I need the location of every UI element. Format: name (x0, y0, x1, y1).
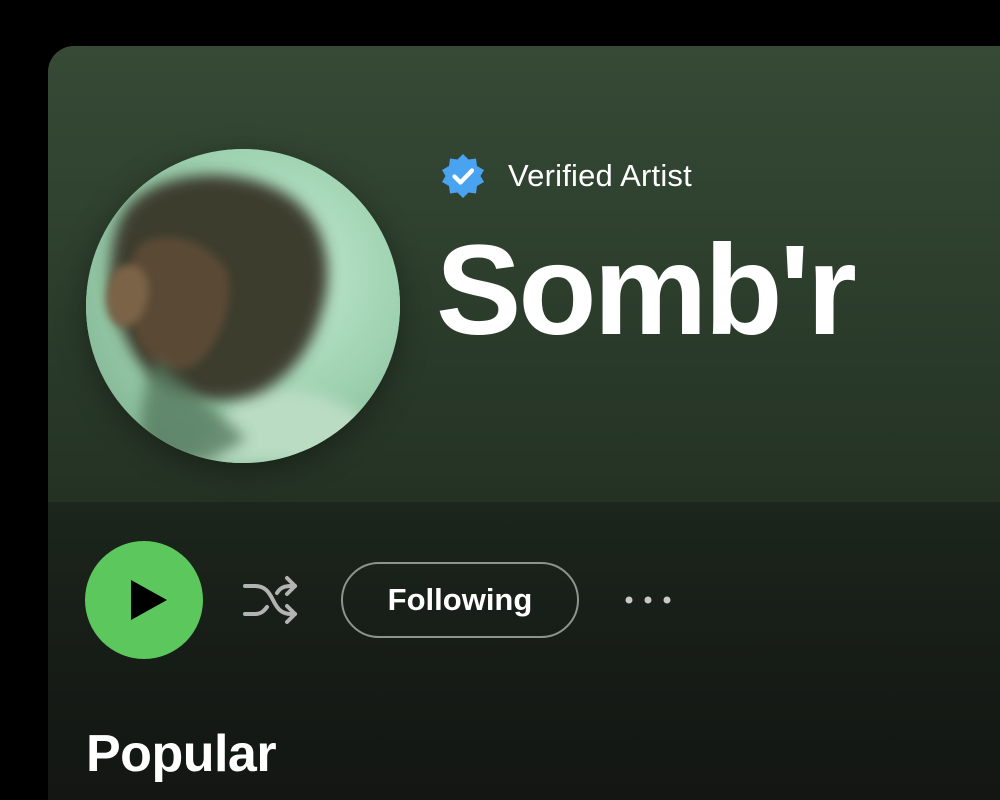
play-icon (131, 580, 167, 620)
play-button[interactable] (85, 541, 203, 659)
more-options-button[interactable] (620, 584, 676, 616)
shuffle-icon (243, 576, 297, 624)
popular-section-title: Popular (86, 725, 277, 783)
shuffle-button[interactable] (240, 570, 302, 630)
verified-badge-icon (442, 154, 484, 198)
verified-artist-row: Verified Artist (438, 150, 692, 202)
artist-avatar (86, 149, 400, 463)
following-button[interactable]: Following (341, 562, 579, 638)
artist-name: Somb'r (436, 219, 857, 362)
verified-label: Verified Artist (508, 158, 692, 193)
artist-page: Verified Artist Somb'r Following Popular (48, 46, 1000, 800)
more-options-icon (625, 596, 671, 604)
